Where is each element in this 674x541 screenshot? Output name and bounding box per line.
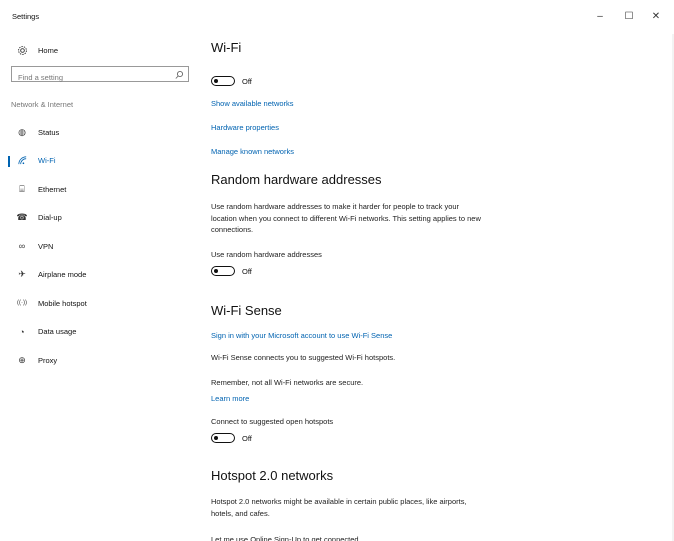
active-indicator — [8, 155, 10, 167]
sidebar-item-data-usage[interactable]: ◔ Data usage — [0, 318, 200, 347]
sidebar-item-label: Wi-Fi — [38, 156, 56, 166]
proxy-globe-icon: ⊕ — [18, 354, 26, 365]
wifi-heading: Wi-Fi — [211, 40, 242, 55]
hotspot-icon: ((·)) — [17, 300, 27, 307]
wifi-toggle[interactable] — [211, 76, 235, 86]
random-addresses-toggle-row: Off — [211, 265, 252, 277]
sidebar-item-label: Dial-up — [38, 213, 62, 223]
maximize-button[interactable]: ☐ — [619, 9, 639, 25]
sidebar-item-label: Mobile hotspot — [38, 298, 87, 308]
ethernet-icon: ⌸ — [19, 183, 25, 194]
hotspots-toggle[interactable] — [211, 433, 235, 443]
random-addresses-toggle-label: Use random hardware addresses — [211, 250, 322, 259]
hotspot2-heading: Hotspot 2.0 networks — [211, 468, 334, 483]
sidebar-item-vpn[interactable]: ∞ VPN — [0, 232, 200, 261]
wifi-icon — [16, 155, 28, 167]
close-button[interactable]: ✕ — [646, 9, 666, 25]
random-addresses-description: Use random hardware addresses to make it… — [211, 202, 481, 234]
toggle-knob — [214, 268, 218, 273]
sidebar-item-label: Airplane mode — [38, 270, 87, 280]
sidebar-item-label: Data usage — [38, 327, 77, 337]
sidebar-item-status[interactable]: ◍ Status — [0, 118, 200, 147]
random-addresses-toggle-state: Off — [242, 266, 252, 276]
sidebar-item-proxy[interactable]: ⊕ Proxy — [0, 346, 200, 375]
data-usage-icon: ◔ — [19, 326, 25, 337]
sidebar-item-label: Status — [38, 127, 60, 137]
manage-known-networks-link[interactable]: Manage known networks — [211, 147, 294, 156]
main-content: Wi-Fi Off Show available networks Hardwa… — [211, 34, 651, 541]
wifi-sense-warning: Remember, not all Wi-Fi networks are sec… — [211, 378, 364, 387]
hotspot2-description: Hotspot 2.0 networks might be available … — [211, 497, 467, 518]
minimize-button[interactable]: – — [590, 9, 610, 25]
gear-icon — [16, 44, 28, 56]
hotspots-toggle-row: Off — [211, 432, 252, 444]
dialup-icon: ☎ — [16, 212, 28, 223]
sidebar-item-label: VPN — [38, 241, 54, 251]
sidebar-item-ethernet[interactable]: ⌸ Ethernet — [0, 175, 200, 204]
sidebar-item-label: Ethernet — [38, 184, 67, 194]
sidebar-item-wifi[interactable]: Wi-Fi — [0, 147, 200, 176]
hardware-properties-link[interactable]: Hardware properties — [211, 123, 279, 132]
window-title: Settings — [12, 12, 40, 21]
sidebar-item-dialup[interactable]: ☎ Dial-up — [0, 204, 200, 233]
sidebar-item-mobile-hotspot[interactable]: ((·)) Mobile hotspot — [0, 289, 200, 318]
random-addresses-toggle[interactable] — [211, 266, 235, 276]
toggle-knob — [214, 435, 218, 440]
airplane-icon: ✈ — [18, 269, 26, 280]
hotspots-toggle-state: Off — [242, 433, 252, 443]
title-bar: Settings – ☐ ✕ — [0, 0, 674, 34]
wifi-sense-description: Wi-Fi Sense connects you to suggested Wi… — [211, 353, 396, 362]
online-signup-text: Let me use Online Sign-Up to get connect… — [211, 535, 359, 541]
wifi-sense-signin-link[interactable]: Sign in with your Microsoft account to u… — [211, 331, 392, 340]
wifi-toggle-state: Off — [242, 76, 252, 86]
toggle-knob — [214, 78, 218, 83]
vpn-icon: ∞ — [18, 241, 26, 252]
section-header: Network & Internet — [11, 100, 74, 109]
sidebar-item-airplane-mode[interactable]: ✈ Airplane mode — [0, 261, 200, 290]
sidebar: Home Network & Internet ◍ Status Wi-Fi ⌸… — [0, 34, 200, 541]
nav-list: ◍ Status Wi-Fi ⌸ Ethernet ☎ Dial-up ∞ VP… — [0, 118, 200, 375]
home-nav-item[interactable]: Home — [16, 42, 58, 58]
globe-status-icon: ◍ — [18, 126, 26, 137]
wifi-toggle-row: Off — [211, 75, 252, 87]
search-box[interactable] — [11, 66, 189, 85]
search-input[interactable] — [12, 70, 168, 85]
home-label: Home — [38, 45, 59, 55]
learn-more-link[interactable]: Learn more — [211, 394, 249, 403]
random-addresses-heading: Random hardware addresses — [211, 172, 382, 187]
hotspots-toggle-label: Connect to suggested open hotspots — [211, 417, 334, 426]
search-icon[interactable] — [174, 68, 184, 80]
show-available-networks-link[interactable]: Show available networks — [211, 99, 294, 108]
wifi-sense-heading: Wi-Fi Sense — [211, 303, 282, 318]
sidebar-item-label: Proxy — [38, 355, 58, 365]
